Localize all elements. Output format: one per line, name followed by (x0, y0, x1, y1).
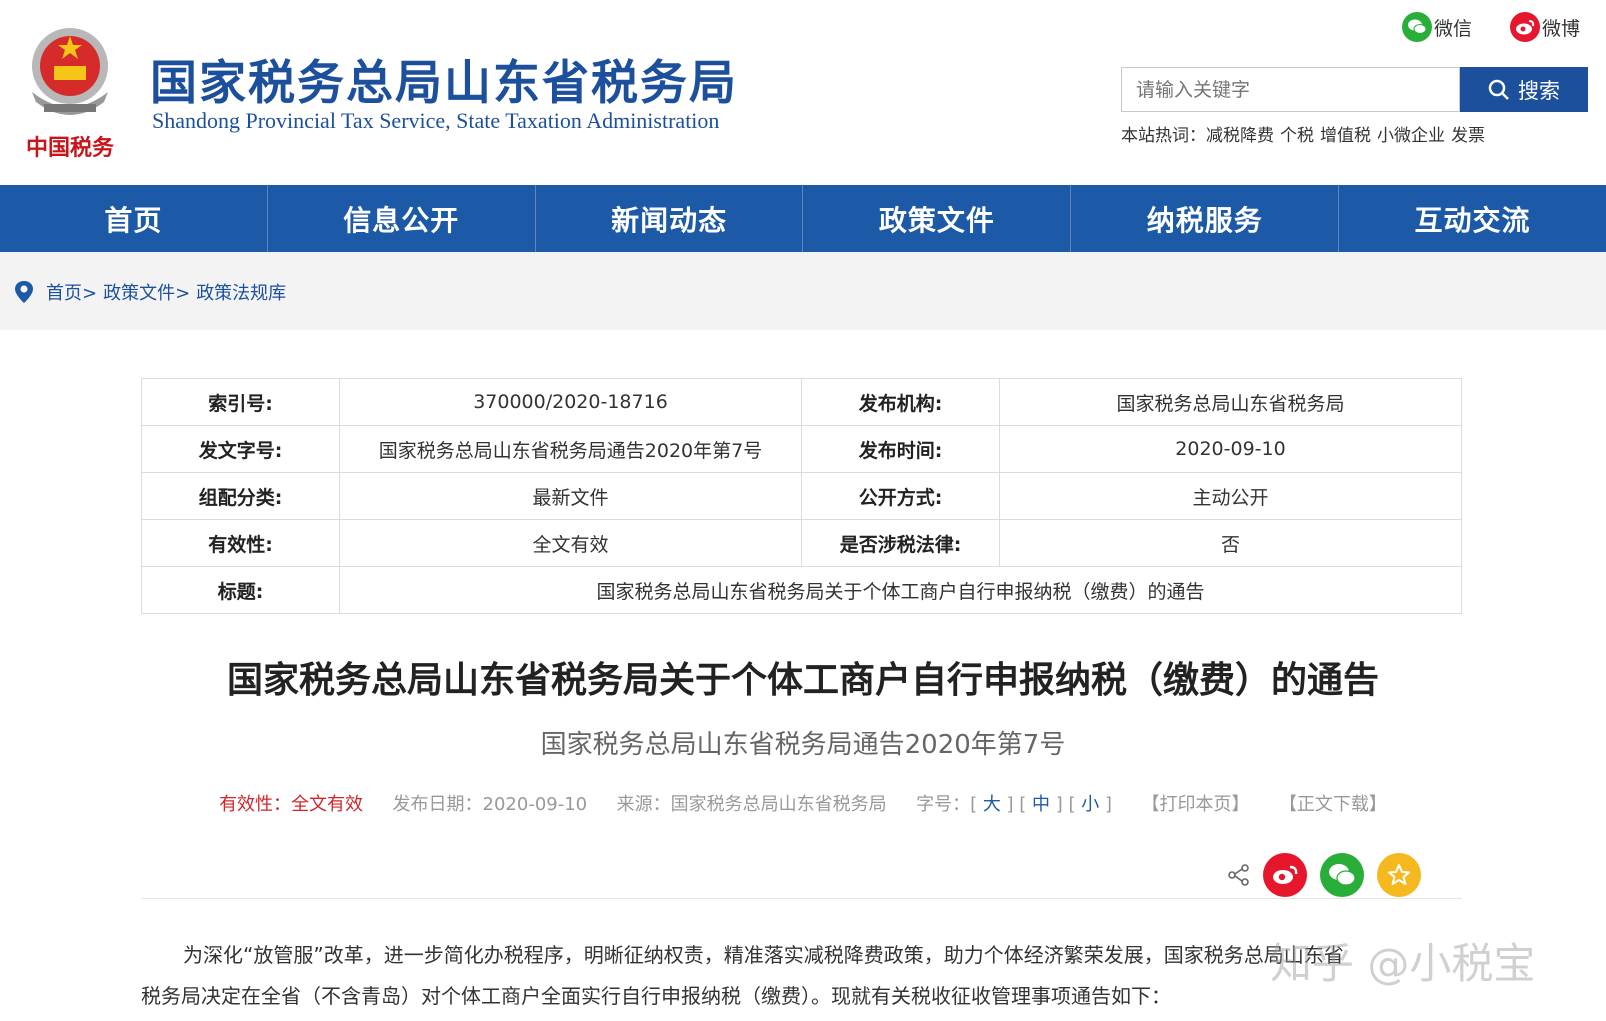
nav-item-info-disclosure[interactable]: 信息公开 (268, 185, 536, 252)
site-subtitle: Shandong Provincial Tax Service, State T… (152, 108, 720, 133)
search-input[interactable] (1121, 67, 1460, 112)
meta-value: 2020-09-10 (999, 425, 1462, 473)
hot-keyword[interactable]: 发票 (1451, 126, 1485, 146)
wechat-link[interactable]: 微信 (1402, 12, 1472, 42)
share-icon[interactable] (1226, 853, 1252, 897)
weibo-icon (1510, 12, 1540, 42)
validity-label: 有效性： (219, 794, 292, 815)
article-paragraph: 税务局决定在全省（不含青岛）对个体工商户全面实行自行申报纳税（缴费）。现就有关税… (141, 984, 1171, 1008)
content-divider (141, 898, 1462, 899)
breadcrumb: 首页> 政策文件> 政策法规库 (14, 279, 292, 305)
table-row: 组配分类: 最新文件 公开方式: 主动公开 (141, 472, 1462, 520)
meta-value: 全文有效 (339, 519, 802, 567)
weibo-label: 微博 (1542, 17, 1581, 40)
hot-keyword[interactable]: 小微企业 (1377, 126, 1445, 146)
search-button-label: 搜索 (1518, 78, 1560, 103)
meta-value: 否 (999, 519, 1462, 567)
meta-key: 标题: (141, 566, 340, 614)
breadcrumb-home[interactable]: 首页> (46, 279, 97, 305)
location-pin-icon (15, 281, 33, 303)
meta-value: 最新文件 (339, 472, 802, 520)
font-size-small[interactable]: 小 (1081, 794, 1099, 815)
emblem-text: 中国税务 (25, 135, 114, 161)
hot-keyword[interactable]: 个税 (1280, 126, 1314, 146)
meta-key: 有效性: (141, 519, 340, 567)
breadcrumb-policy-library[interactable]: 政策法规库 (196, 279, 286, 305)
breadcrumb-bar: 首页> 政策文件> 政策法规库 (0, 252, 1606, 330)
wechat-icon (1402, 12, 1432, 42)
meta-value: 主动公开 (999, 472, 1462, 520)
meta-key: 发文字号: (141, 425, 340, 473)
meta-key: 是否涉税法律: (801, 519, 1000, 567)
source: 来源：国家税务总局山东省税务局 (616, 794, 887, 815)
table-row: 有效性: 全文有效 是否涉税法律: 否 (141, 519, 1462, 567)
favorite-star-icon[interactable] (1377, 853, 1421, 897)
nav-item-policy[interactable]: 政策文件 (803, 185, 1072, 252)
font-size-label: 字号： (916, 794, 971, 815)
nav-item-interaction[interactable]: 互动交流 (1339, 185, 1606, 252)
publish-date: 发布日期：2020-09-10 (392, 794, 588, 815)
article-paragraph: 为深化“放管服”改革，进一步简化办税程序，明晰征纳权责，精准落实减税降费政策，助… (183, 943, 1344, 967)
meta-key: 发布机构: (801, 378, 1000, 426)
weibo-link[interactable]: 微博 (1510, 12, 1580, 42)
article-info-line: 有效性：全文有效 发布日期：2020-09-10 来源：国家税务总局山东省税务局… (219, 794, 1387, 815)
nav-item-news[interactable]: 新闻动态 (536, 185, 804, 252)
meta-key: 组配分类: (141, 472, 340, 520)
article-subtitle: 国家税务总局山东省税务局通告2020年第7号 (540, 730, 1066, 760)
hot-keywords: 本站热词：减税降费 个税 增值税 小微企业 发票 (1121, 121, 1491, 146)
meta-value: 国家税务总局山东省税务局通告2020年第7号 (339, 425, 802, 473)
download-link[interactable]: 【正文下载】 (1279, 794, 1387, 815)
validity-value: 全文有效 (291, 794, 364, 815)
tax-emblem-logo[interactable]: 中国税务 (14, 22, 126, 162)
document-metadata-table: 索引号: 370000/2020-18716 发布机构: 国家税务总局山东省税务… (141, 378, 1462, 614)
font-size-medium[interactable]: 中 (1032, 794, 1050, 815)
meta-value: 370000/2020-18716 (339, 378, 802, 426)
table-row: 索引号: 370000/2020-18716 发布机构: 国家税务总局山东省税务… (141, 378, 1462, 426)
hot-keyword[interactable]: 增值税 (1320, 126, 1371, 146)
wechat-label: 微信 (1434, 17, 1473, 40)
nav-item-home[interactable]: 首页 (0, 185, 268, 252)
zhihu-watermark: 知乎 @小税宝 (1270, 939, 1536, 988)
main-nav: 首页 信息公开 新闻动态 政策文件 纳税服务 互动交流 (0, 185, 1606, 252)
hot-keyword[interactable]: 减税降费 (1206, 126, 1274, 146)
meta-key: 发布时间: (801, 425, 1000, 473)
share-weibo-icon[interactable] (1263, 853, 1307, 897)
share-wechat-icon[interactable] (1320, 853, 1364, 897)
print-link[interactable]: 【打印本页】 (1141, 794, 1249, 815)
site-header: 中国税务 国家税务总局山东省税务局 Shandong Provincial Ta… (0, 0, 1606, 185)
meta-key: 索引号: (141, 378, 340, 426)
table-row: 发文字号: 国家税务总局山东省税务局通告2020年第7号 发布时间: 2020-… (141, 425, 1462, 473)
article-title: 国家税务总局山东省税务局关于个体工商户自行申报纳税（缴费）的通告 (226, 660, 1379, 701)
meta-key: 公开方式: (801, 472, 1000, 520)
site-title[interactable]: 国家税务总局山东省税务局 (150, 44, 738, 113)
search-icon (1488, 79, 1509, 100)
hot-keywords-label: 本站热词： (1121, 126, 1206, 146)
table-row: 标题: 国家税务总局山东省税务局关于个体工商户自行申报纳税（缴费）的通告 (141, 566, 1462, 614)
breadcrumb-policy[interactable]: 政策文件> (103, 279, 190, 305)
nav-item-tax-service[interactable]: 纳税服务 (1071, 185, 1340, 252)
meta-value: 国家税务总局山东省税务局 (999, 378, 1462, 426)
meta-value: 国家税务总局山东省税务局关于个体工商户自行申报纳税（缴费）的通告 (339, 566, 1462, 614)
search-button[interactable]: 搜索 (1460, 67, 1588, 112)
font-size-large[interactable]: 大 (983, 794, 1001, 815)
